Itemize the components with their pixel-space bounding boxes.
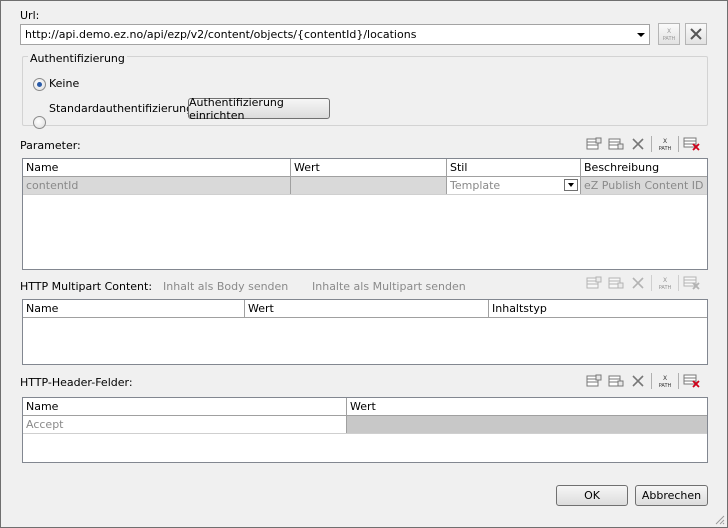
delete-icon bbox=[632, 138, 644, 150]
cell-stil-select[interactable]: Template bbox=[447, 177, 581, 194]
svg-text:PATH: PATH bbox=[659, 146, 672, 152]
insert-row-icon bbox=[608, 375, 624, 387]
append-row-button[interactable] bbox=[583, 135, 605, 153]
radio-auth-none-label: Keine bbox=[49, 77, 80, 90]
svg-text:X: X bbox=[663, 138, 667, 145]
col-name[interactable]: Name bbox=[23, 300, 245, 317]
clear-url-button[interactable] bbox=[685, 23, 707, 45]
col-name[interactable]: Name bbox=[23, 159, 291, 176]
dropdown-arrow-icon[interactable] bbox=[637, 33, 645, 37]
close-icon bbox=[690, 28, 702, 40]
xpath-button[interactable]: X PATH bbox=[658, 23, 680, 45]
resize-grip-icon[interactable] bbox=[713, 513, 725, 525]
delete-icon bbox=[632, 375, 644, 387]
cell-stil-value: Template bbox=[450, 179, 501, 192]
param-xpath-button[interactable]: X PATH bbox=[654, 135, 676, 153]
multipart-header: Name Wert Inhaltstyp bbox=[23, 300, 707, 318]
toolbar-separator bbox=[651, 136, 652, 152]
multipart-table: Name Wert Inhaltstyp bbox=[22, 299, 708, 365]
svg-text:X: X bbox=[663, 277, 667, 284]
auth-group-title: Authentifizierung bbox=[28, 52, 127, 65]
parameters-table: Name Wert Stil Beschreibung contentId Te… bbox=[22, 158, 708, 270]
insert-row-button[interactable] bbox=[605, 372, 627, 390]
col-wert[interactable]: Wert bbox=[245, 300, 489, 317]
toolbar-separator bbox=[678, 136, 679, 152]
auth-group bbox=[22, 56, 708, 126]
svg-text:PATH: PATH bbox=[663, 36, 676, 42]
append-row-icon bbox=[586, 276, 602, 289]
table-row[interactable]: contentId Template eZ Publish Content ID bbox=[23, 177, 707, 195]
insert-row-button[interactable] bbox=[605, 274, 627, 292]
url-label: Url: bbox=[20, 9, 40, 22]
radio-auth-standard-label: Standardauthentifizierung bbox=[49, 102, 194, 115]
toolbar-separator bbox=[651, 275, 652, 291]
clear-all-button[interactable] bbox=[681, 372, 703, 390]
col-beschreibung[interactable]: Beschreibung bbox=[581, 159, 707, 176]
url-value: http://api.demo.ez.no/api/ezp/v2/content… bbox=[25, 28, 417, 41]
delete-row-button[interactable] bbox=[627, 274, 649, 292]
cell-name[interactable]: Accept bbox=[23, 416, 347, 433]
xpath-icon: X PATH bbox=[663, 28, 676, 42]
append-row-button[interactable] bbox=[583, 274, 605, 292]
ok-button[interactable]: OK bbox=[556, 485, 628, 506]
radio-auth-none[interactable] bbox=[33, 78, 46, 91]
col-stil[interactable]: Stil bbox=[447, 159, 581, 176]
cell-name[interactable]: contentId bbox=[23, 177, 291, 194]
chevron-down-icon bbox=[568, 183, 574, 187]
clear-all-button[interactable] bbox=[681, 135, 703, 153]
col-inhaltstyp[interactable]: Inhaltstyp bbox=[489, 300, 707, 317]
radio-multipart-body-label: Inhalt als Body senden bbox=[163, 280, 289, 293]
append-row-icon bbox=[586, 137, 602, 150]
radio-multipart-multi-label: Inhalte als Multipart senden bbox=[312, 280, 466, 293]
headers-xpath-button[interactable]: X PATH bbox=[654, 372, 676, 390]
cell-wert[interactable] bbox=[291, 177, 447, 194]
parameters-header: Name Wert Stil Beschreibung bbox=[23, 159, 707, 177]
clear-table-icon bbox=[683, 374, 700, 388]
insert-row-icon bbox=[608, 138, 624, 150]
xpath-icon: XPATH bbox=[659, 375, 672, 389]
col-name[interactable]: Name bbox=[23, 398, 347, 415]
insert-row-icon bbox=[608, 277, 624, 289]
delete-row-button[interactable] bbox=[627, 135, 649, 153]
svg-text:X: X bbox=[667, 28, 671, 35]
svg-text:PATH: PATH bbox=[659, 285, 672, 291]
headers-header: Name Wert bbox=[23, 398, 707, 416]
multipart-label: HTTP Multipart Content: bbox=[20, 280, 153, 293]
toolbar-separator bbox=[678, 275, 679, 291]
insert-row-button[interactable] bbox=[605, 135, 627, 153]
clear-all-button[interactable] bbox=[681, 274, 703, 292]
col-wert[interactable]: Wert bbox=[347, 398, 707, 415]
table-row[interactable]: Accept bbox=[23, 416, 707, 434]
multipart-toolbar: X PATH bbox=[583, 274, 703, 292]
delete-icon bbox=[632, 277, 644, 289]
dialog-window: Url: http://api.demo.ez.no/api/ezp/v2/co… bbox=[0, 0, 728, 528]
append-row-button[interactable] bbox=[583, 372, 605, 390]
clear-table-icon bbox=[683, 137, 700, 151]
svg-text:PATH: PATH bbox=[659, 383, 672, 389]
stil-dropdown-button[interactable] bbox=[564, 179, 578, 191]
headers-table: Name Wert Accept bbox=[22, 397, 708, 463]
cell-beschreibung[interactable]: eZ Publish Content ID bbox=[581, 177, 707, 194]
multipart-xpath-button[interactable]: X PATH bbox=[654, 274, 676, 292]
delete-row-button[interactable] bbox=[627, 372, 649, 390]
headers-toolbar: X PATH bbox=[583, 372, 703, 390]
toolbar-separator bbox=[651, 373, 652, 389]
clear-table-icon bbox=[683, 276, 700, 290]
toolbar-separator bbox=[678, 373, 679, 389]
setup-auth-button[interactable]: Authentifizierung einrichten bbox=[188, 96, 330, 122]
append-row-icon bbox=[586, 374, 602, 387]
xpath-icon: XPATH bbox=[659, 138, 672, 152]
svg-text:X: X bbox=[663, 375, 667, 382]
col-wert[interactable]: Wert bbox=[291, 159, 447, 176]
xpath-icon: XPATH bbox=[659, 277, 672, 291]
headers-label: HTTP-Header-Felder: bbox=[20, 376, 133, 389]
cancel-button[interactable]: Abbrechen bbox=[635, 485, 708, 506]
parameters-toolbar: X PATH bbox=[583, 135, 703, 153]
url-combobox[interactable]: http://api.demo.ez.no/api/ezp/v2/content… bbox=[20, 24, 650, 45]
cell-wert[interactable] bbox=[347, 416, 707, 433]
parameters-label: Parameter: bbox=[20, 139, 81, 152]
radio-auth-standard[interactable] bbox=[33, 116, 46, 129]
